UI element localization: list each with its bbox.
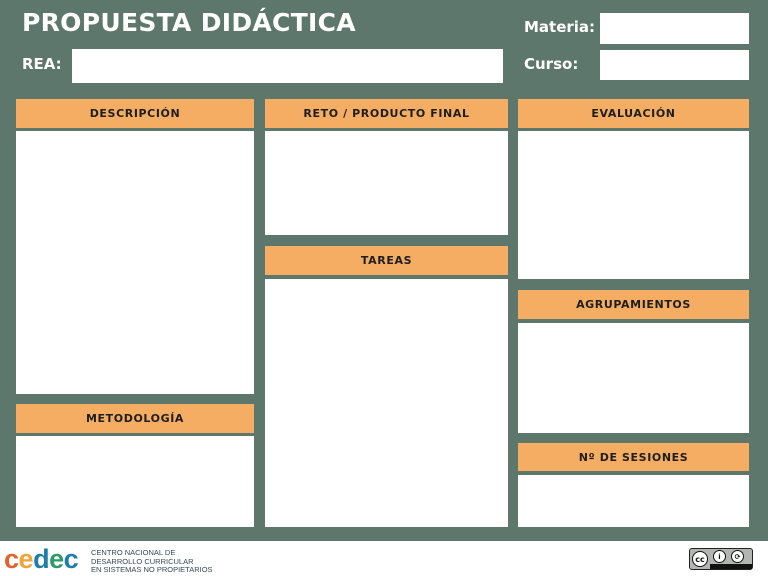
reto-header: RETO / PRODUCTO FINAL (265, 99, 508, 128)
evaluacion-box[interactable] (518, 131, 749, 279)
materia-field[interactable] (600, 13, 749, 44)
reto-box[interactable] (265, 131, 508, 235)
cedec-subtitle: CENTRO NACIONAL DE DESARROLLO CURRICULAR… (91, 548, 213, 575)
materia-label: Materia: (524, 18, 596, 36)
template-page: PROPUESTA DIDÁCTICA REA: Materia: Curso:… (0, 0, 768, 576)
logo-letter: c (63, 544, 79, 574)
cc-by-sa-icon: cc i ⟳ (689, 548, 753, 570)
cedec-logo: cedec (4, 544, 79, 575)
logo-letter: e (18, 544, 34, 574)
template-board: PROPUESTA DIDÁCTICA REA: Materia: Curso:… (0, 0, 768, 541)
agrupamientos-box[interactable] (518, 323, 749, 433)
footer: cedec CENTRO NACIONAL DE DESARROLLO CURR… (0, 541, 768, 576)
metodologia-header: METODOLOGÍA (16, 404, 254, 433)
rea-field[interactable] (72, 49, 503, 83)
descripcion-header: DESCRIPCIÓN (16, 99, 254, 128)
page-title: PROPUESTA DIDÁCTICA (22, 8, 356, 37)
logo-letter: c (4, 544, 19, 574)
curso-label: Curso: (524, 55, 579, 73)
sesiones-box[interactable] (518, 475, 749, 527)
agrupamientos-header: AGRUPAMIENTOS (518, 290, 749, 319)
rea-label: REA: (22, 55, 62, 73)
tareas-box[interactable] (265, 279, 508, 527)
metodologia-box[interactable] (16, 436, 254, 527)
curso-field[interactable] (600, 50, 749, 80)
descripcion-box[interactable] (16, 131, 254, 394)
logo-letter: e (49, 544, 64, 574)
tareas-header: TAREAS (265, 246, 508, 275)
subtitle-line: EN SISTEMAS NO PROPIETARIOS (91, 565, 213, 574)
sesiones-header: Nº DE SESIONES (518, 443, 749, 471)
logo-letter: d (33, 544, 50, 574)
evaluacion-header: EVALUACIÓN (518, 99, 749, 128)
